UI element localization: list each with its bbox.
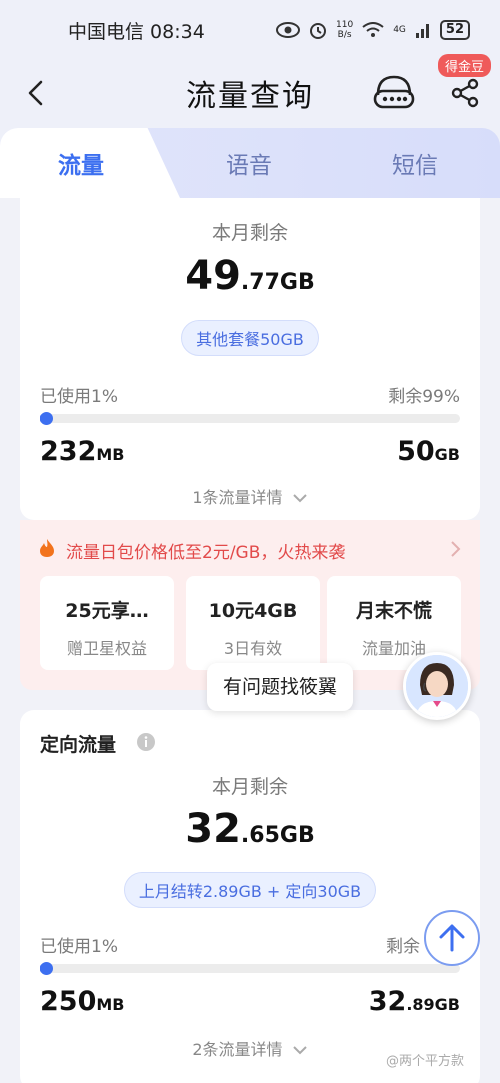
network-type: 4G <box>393 25 406 35</box>
tab-voice[interactable]: 语音 <box>226 146 272 180</box>
alarm-icon <box>310 23 327 39</box>
general-data-card: 本月剩余 49.77GB 其他套餐50GB 已使用1% 剩余99% 232MB … <box>20 198 480 520</box>
status-icons: 110 B/s 4G 52 <box>276 20 470 40</box>
signal-icon <box>415 24 429 38</box>
arrow-up-icon <box>439 924 465 952</box>
used-percent-label: 已使用1% <box>40 387 118 407</box>
nav-bar: 流量查询 得金豆 <box>0 54 500 126</box>
page-title: 流量查询 <box>186 79 314 114</box>
directed-total-amount: 32.89GB <box>368 986 460 1017</box>
remaining-percent-label: 剩余99% <box>388 387 460 407</box>
usage-progress-dot <box>40 412 53 425</box>
directed-remaining-amount: 32.65GB <box>185 806 315 852</box>
net-speed: 110 B/s <box>336 20 354 40</box>
chevron-down-icon <box>292 1046 307 1055</box>
directed-data-card: 定向流量 本月剩余 32.65GB 上月结转2.89GB + 定向30GB 已使… <box>20 710 480 1083</box>
info-icon[interactable] <box>136 732 156 752</box>
gold-bean-badge[interactable]: 得金豆 <box>438 54 492 77</box>
directed-title: 定向流量 <box>40 734 117 756</box>
fire-icon <box>40 539 54 557</box>
carrier-time: 中国电信 08:34 <box>68 20 205 43</box>
tab-sms[interactable]: 短信 <box>392 146 438 180</box>
assistant-avatar-image <box>406 655 468 717</box>
chevron-right-icon[interactable] <box>450 540 462 558</box>
directed-usage-progress-bar <box>40 962 460 975</box>
scroll-top-button[interactable] <box>424 910 480 966</box>
usage-progress-bar <box>40 412 460 425</box>
status-bar: 中国电信 08:34 110 B/s 4G 52 <box>0 0 500 60</box>
wifi-icon <box>362 22 384 37</box>
tab-bar: 流量 语音 短信 <box>0 128 500 198</box>
directed-used-amount: 250MB <box>40 986 125 1017</box>
directed-used-percent-label: 已使用1% <box>40 937 118 957</box>
assistant-bubble[interactable]: 有问题找筱翼 <box>207 663 354 711</box>
assistant-avatar[interactable] <box>403 652 471 720</box>
directed-usage-progress-dot <box>40 962 53 975</box>
details-link[interactable]: 1条流量详情 <box>20 484 480 508</box>
promo-headline[interactable]: 流量日包价格低至2元/GB，火热来袭 <box>66 538 345 563</box>
directed-package-pill: 上月结转2.89GB + 定向30GB <box>123 872 377 908</box>
eye-icon <box>276 22 301 38</box>
promo-item-4gb[interactable]: 10元4GB 3日有效 <box>186 576 320 670</box>
package-pill: 其他套餐50GB <box>181 320 319 356</box>
content-area: 本月剩余 49.77GB 其他套餐50GB 已使用1% 剩余99% 232MB … <box>0 198 500 1083</box>
used-amount: 232MB <box>40 436 125 467</box>
chevron-down-icon <box>292 494 307 503</box>
directed-remaining-percent-label: 剩余 <box>386 937 420 957</box>
promo-item-satellite[interactable]: 25元享… 赠卫星权益 <box>40 576 174 670</box>
total-amount: 50GB <box>397 436 460 467</box>
directed-remaining-label: 本月剩余 <box>211 776 288 798</box>
tab-data[interactable]: 流量 <box>58 146 104 180</box>
remaining-label: 本月剩余 <box>211 222 288 244</box>
remaining-amount: 49.77GB <box>185 253 315 299</box>
battery-indicator: 52 <box>439 20 470 40</box>
back-arrow-icon[interactable] <box>22 78 52 108</box>
customer-service-icon[interactable] <box>372 73 416 113</box>
share-icon[interactable] <box>448 76 482 110</box>
watermark: @两个平方款 <box>386 1054 465 1069</box>
